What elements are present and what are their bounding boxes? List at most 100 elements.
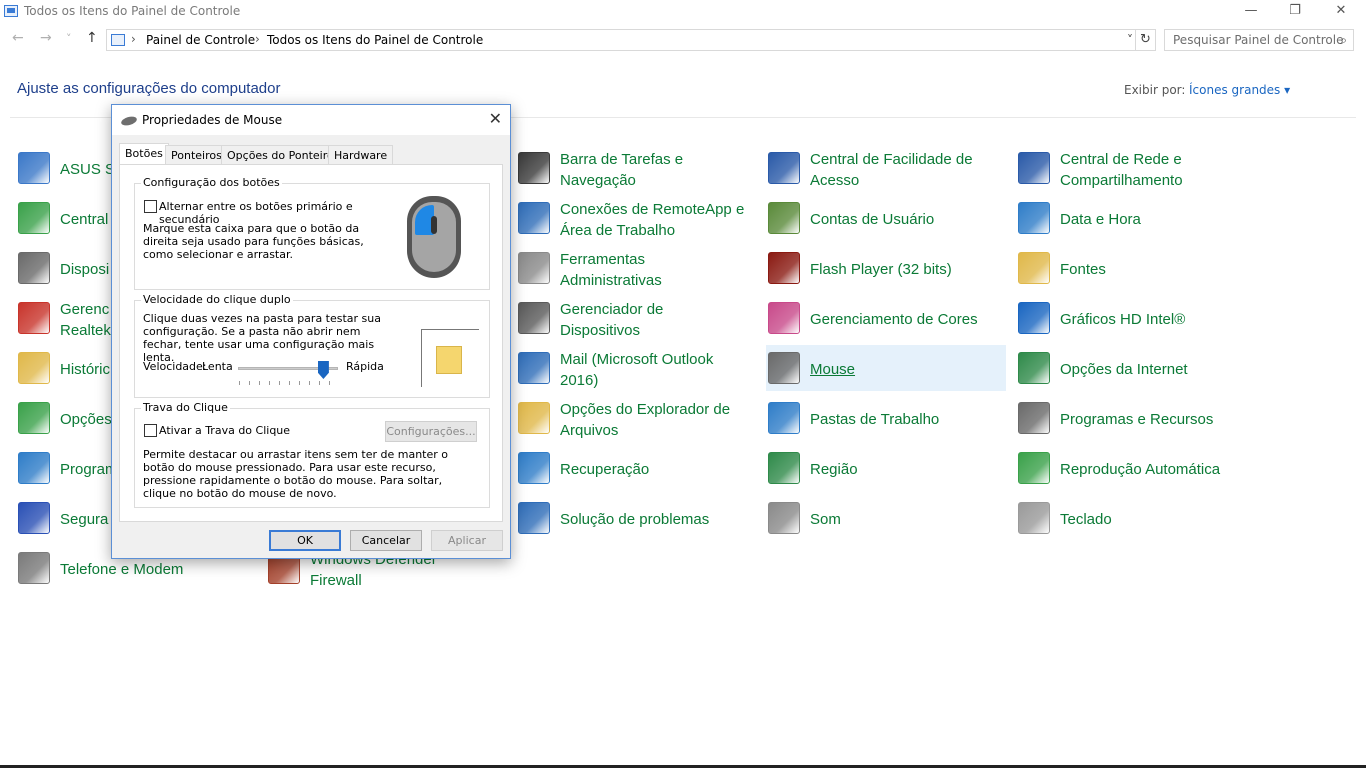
- click-lock-checkbox[interactable]: [144, 424, 157, 437]
- cp-item-network-center[interactable]: Central de Rede e Compartilhamento: [1016, 145, 1256, 191]
- taskbar-icon: [518, 152, 550, 184]
- cp-item-user-accounts[interactable]: Contas de Usuário: [766, 195, 1006, 241]
- cp-item-remoteapp[interactable]: Conexões de RemoteApp e Área de Trabalho: [516, 195, 756, 241]
- mouse-properties-dialog: Propriedades de Mouse ✕ Botões Ponteiros…: [111, 104, 511, 559]
- address-dropdown-button[interactable]: ˅: [1127, 30, 1133, 50]
- slider-thumb[interactable]: [317, 361, 329, 379]
- ease-of-access-icon: [768, 152, 800, 184]
- cp-item-label: Recuperação: [560, 461, 650, 478]
- refresh-button[interactable]: ↻: [1135, 30, 1155, 50]
- fast-label: Rápida: [346, 360, 384, 373]
- cp-item-label: Solução de problemas: [560, 511, 710, 528]
- tab-hardware[interactable]: Hardware: [328, 145, 394, 165]
- cp-item-label: Gerenciador de Dispositivos: [560, 301, 664, 339]
- search-placeholder: Pesquisar Painel de Controle: [1173, 33, 1344, 47]
- cp-item-work-folders[interactable]: Pastas de Trabalho: [766, 395, 1006, 441]
- phone-icon: [18, 552, 50, 584]
- cp-item-sound[interactable]: Som: [766, 495, 1006, 541]
- cp-item-label: Opções do Explorador de Arquivos: [560, 401, 731, 439]
- cp-item-taskbar[interactable]: Barra de Tarefas e Navegação: [516, 145, 756, 191]
- view-by-dropdown[interactable]: Ícones grandes ▾: [1189, 83, 1290, 97]
- folder-icon: [436, 346, 462, 374]
- title-bar: Todos os Itens do Painel de Controle — ❐…: [0, 0, 1366, 26]
- keyboard-icon: [1018, 502, 1050, 534]
- cp-item-admin-tools[interactable]: Ferramentas Administrativas: [516, 245, 756, 291]
- cp-item-explorer-options[interactable]: Opções do Explorador de Arquivos: [516, 395, 756, 441]
- tab-pointer-options[interactable]: Opções do Ponteiro: [221, 145, 340, 165]
- cp-item-label: Barra de Tarefas e Navegação: [560, 151, 684, 189]
- back-button[interactable]: ←: [12, 30, 24, 46]
- breadcrumb-all-items[interactable]: Todos os Itens do Painel de Controle: [267, 33, 483, 47]
- cp-item-label: Região: [810, 461, 858, 478]
- cp-item-label: Telefone e Modem: [60, 561, 184, 578]
- power-options-icon: [18, 402, 50, 434]
- sound-icon: [768, 502, 800, 534]
- test-folder-area[interactable]: [421, 329, 479, 387]
- cp-item-label: Teclado: [1060, 511, 1112, 528]
- cp-item-label: Fontes: [1060, 261, 1106, 278]
- window-title: Todos os Itens do Painel de Controle: [24, 4, 241, 18]
- region-globe-icon: [768, 452, 800, 484]
- cp-item-device-manager[interactable]: Gerenciador de Dispositivos: [516, 295, 756, 341]
- close-button[interactable]: ✕: [1318, 0, 1364, 26]
- tab-pointers[interactable]: Ponteiros: [165, 145, 228, 165]
- flash-player-icon: [768, 252, 800, 284]
- button-configuration-group: Configuração dos botões Alternar entre o…: [134, 176, 490, 290]
- cp-item-programs-features[interactable]: Programas e Recursos: [1016, 395, 1256, 441]
- group-title: Configuração dos botões: [141, 176, 282, 189]
- cp-item-troubleshooting[interactable]: Solução de problemas: [516, 495, 756, 541]
- control-panel-window: Todos os Itens do Painel de Controle — ❐…: [0, 0, 1366, 768]
- up-button[interactable]: ↑: [86, 30, 98, 46]
- search-input[interactable]: Pesquisar Painel de Controle ⌕: [1164, 29, 1354, 51]
- view-by-label: Exibir por:: [1124, 83, 1186, 97]
- cp-item-mail[interactable]: Mail (Microsoft Outlook 2016): [516, 345, 756, 391]
- dialog-close-button[interactable]: ✕: [489, 109, 502, 128]
- cp-item-label: Central de Facilidade de Acesso: [810, 151, 973, 189]
- tab-buttons[interactable]: Botões: [119, 143, 169, 166]
- asus-icon: [18, 152, 50, 184]
- breadcrumb-control-panel[interactable]: Painel de Controle: [146, 33, 255, 47]
- cp-item-internet-options[interactable]: Opções da Internet: [1016, 345, 1256, 391]
- cp-item-region[interactable]: Região: [766, 445, 1006, 491]
- cp-item-flash-player[interactable]: Flash Player (32 bits): [766, 245, 1006, 291]
- cp-item-intel-graphics[interactable]: Gráficos HD Intel®: [1016, 295, 1256, 341]
- forward-button[interactable]: →: [40, 30, 52, 46]
- cancel-button[interactable]: Cancelar: [350, 530, 422, 551]
- apply-button[interactable]: Aplicar: [431, 530, 503, 551]
- page-title: Ajuste as configurações do computador: [17, 80, 281, 97]
- click-lock-settings-button[interactable]: Configurações...: [385, 421, 477, 442]
- fonts-folder-icon: [1018, 252, 1050, 284]
- programs-features-icon: [1018, 402, 1050, 434]
- click-lock-label: Ativar a Trava do Clique: [159, 424, 291, 437]
- cp-item-fonts[interactable]: Fontes: [1016, 245, 1256, 291]
- control-panel-icon: [4, 5, 18, 17]
- slow-label: Lenta: [202, 360, 233, 373]
- devices-printers-icon: [18, 252, 50, 284]
- cp-item-label: Data e Hora: [1060, 211, 1141, 228]
- work-folders-icon: [768, 402, 800, 434]
- cp-item-color-management[interactable]: Gerenciamento de Cores: [766, 295, 1006, 341]
- cp-item-label: Som: [810, 511, 841, 528]
- cp-item-ease-of-access[interactable]: Central de Facilidade de Acesso: [766, 145, 1006, 191]
- troubleshooting-icon: [518, 502, 550, 534]
- recent-locations-button[interactable]: ˅: [66, 32, 72, 45]
- double-click-description: Clique duas vezes na pasta para testar s…: [143, 312, 382, 364]
- cp-item-label: Ferramentas Administrativas: [560, 251, 662, 289]
- cp-item-label: Mouse: [810, 361, 856, 378]
- swap-buttons-checkbox[interactable]: [144, 200, 157, 213]
- restore-button[interactable]: ❐: [1272, 0, 1318, 26]
- cp-item-mouse[interactable]: Mouse: [766, 345, 1006, 391]
- device-manager-icon: [518, 302, 550, 334]
- cp-item-date-time[interactable]: Data e Hora: [1016, 195, 1256, 241]
- ok-button[interactable]: OK: [269, 530, 341, 551]
- cp-item-autoplay[interactable]: Reprodução Automática: [1016, 445, 1256, 491]
- cp-item-recovery[interactable]: Recuperação: [516, 445, 756, 491]
- security-flag-icon: [18, 502, 50, 534]
- group-title: Trava do Clique: [141, 401, 230, 414]
- cp-item-label: Pastas de Trabalho: [810, 411, 940, 428]
- dialog-title-bar: Propriedades de Mouse ✕: [112, 105, 510, 135]
- cp-item-keyboard[interactable]: Teclado: [1016, 495, 1256, 541]
- user-accounts-icon: [768, 202, 800, 234]
- minimize-button[interactable]: —: [1228, 0, 1274, 26]
- address-bar[interactable]: › Painel de Controle › Todos os Itens do…: [106, 29, 1156, 51]
